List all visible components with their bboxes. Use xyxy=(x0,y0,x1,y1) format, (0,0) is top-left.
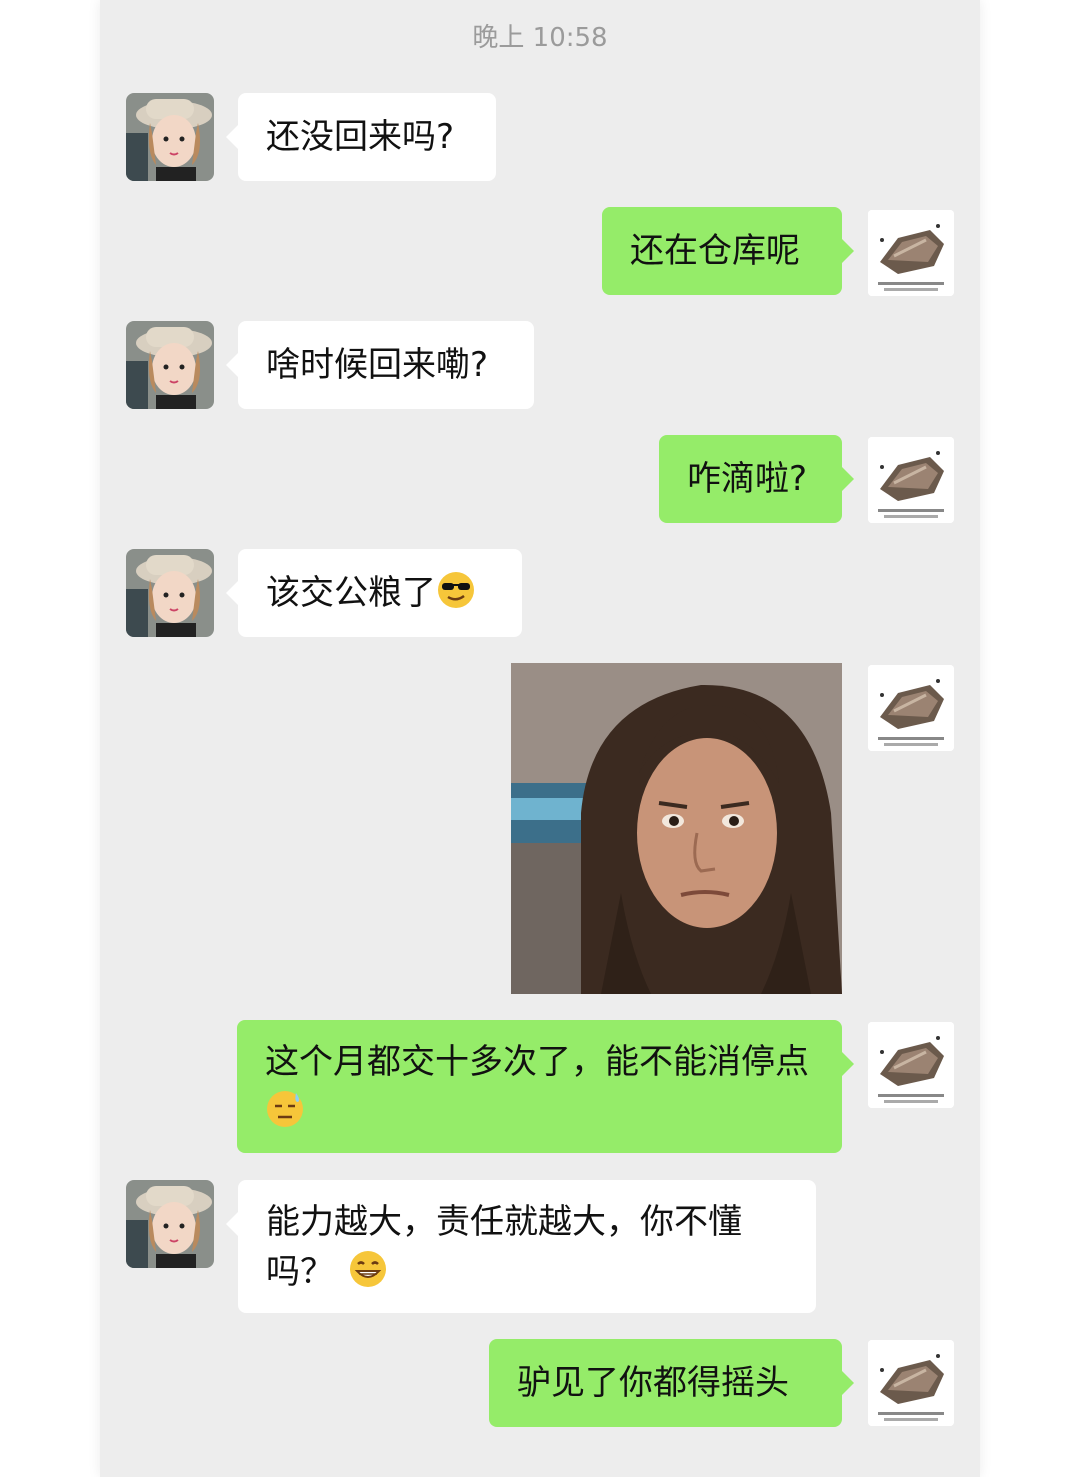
cool-sunglasses-emoji xyxy=(436,570,476,610)
message-text: 咋滴啦? xyxy=(687,459,808,499)
rock-illustration-avatar[interactable] xyxy=(868,1340,954,1426)
rock-illustration-avatar[interactable] xyxy=(868,1022,954,1108)
message-bubble-outgoing[interactable]: 还在仓库呢 xyxy=(602,207,854,295)
chat-window: 晚上 10:58 还没回来吗? 还在仓库呢 啥时候回来嘞? 咋滴啦? 该交公粮了 xyxy=(100,0,980,1477)
message-text: 该交公粮了 xyxy=(266,573,436,613)
girl-in-hat-avatar[interactable] xyxy=(126,549,214,637)
message-bubble-incoming[interactable]: 啥时候回来嘞? xyxy=(226,321,534,409)
rock-illustration-avatar[interactable] xyxy=(868,665,954,751)
message-text: 还在仓库呢 xyxy=(630,231,800,271)
message-bubble-incoming[interactable]: 能力越大，责任就越大，你不懂吗？ xyxy=(226,1180,816,1313)
sweat-emoji xyxy=(265,1089,305,1129)
message-text: 驴见了你都得摇头 xyxy=(517,1363,789,1403)
message-bubble-outgoing[interactable]: 驴见了你都得摇头 xyxy=(489,1339,854,1427)
rock-illustration-avatar[interactable] xyxy=(868,437,954,523)
message-bubble-incoming[interactable]: 该交公粮了 xyxy=(226,549,522,637)
message-bubble-incoming[interactable]: 还没回来吗? xyxy=(226,93,496,181)
timestamp: 晚上 10:58 xyxy=(472,23,608,53)
long-hair-man-reaction-sticker[interactable] xyxy=(511,663,842,994)
grin-emoji xyxy=(348,1249,388,1289)
message-text: 能力越大，责任就越大，你不懂吗？ xyxy=(266,1202,742,1292)
girl-in-hat-avatar[interactable] xyxy=(126,1180,214,1268)
message-bubble-outgoing[interactable]: 咋滴啦? xyxy=(659,435,854,523)
rock-illustration-avatar[interactable] xyxy=(868,210,954,296)
message-text: 啥时候回来嘞? xyxy=(266,345,489,385)
message-text: 这个月都交十多次了，能不能消停点 xyxy=(265,1042,809,1082)
message-bubble-outgoing[interactable]: 这个月都交十多次了，能不能消停点 xyxy=(237,1020,854,1153)
girl-in-hat-avatar[interactable] xyxy=(126,321,214,409)
girl-in-hat-avatar[interactable] xyxy=(126,93,214,181)
message-text: 还没回来吗? xyxy=(266,117,455,157)
